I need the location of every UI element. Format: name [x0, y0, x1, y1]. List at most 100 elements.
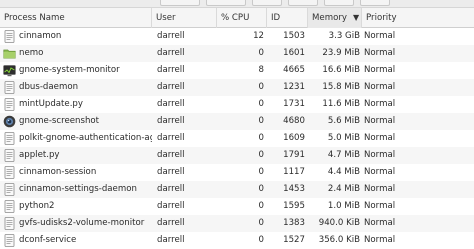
table-row[interactable]: dbus-daemon darrell 0 1231 15.8 MiB Normal — [0, 79, 474, 96]
generic-app-icon — [3, 81, 16, 94]
memory-cell: 5.6 MiB — [327, 116, 360, 126]
priority-cell: Normal — [364, 218, 396, 228]
memory-cell: 1.0 MiB — [327, 201, 360, 211]
generic-app-icon — [3, 217, 16, 230]
toolbar-button[interactable] — [206, 0, 246, 6]
process-name-cell: mintUpdate.py — [19, 99, 83, 109]
process-name-cell: gnome-screenshot — [19, 116, 100, 126]
user-cell: darrell — [157, 235, 185, 245]
memory-cell: 4.4 MiB — [327, 167, 360, 177]
priority-cell: Normal — [364, 184, 396, 194]
process-name-cell: python2 — [19, 201, 55, 211]
generic-app-icon — [3, 132, 16, 145]
column-header-process-name[interactable]: Process Name — [0, 8, 152, 28]
column-header-id[interactable]: ID — [267, 8, 308, 28]
column-header-label: User — [156, 13, 176, 23]
pid-cell: 1503 — [283, 31, 305, 41]
toolbar-button[interactable] — [160, 0, 200, 6]
pid-cell: 1383 — [283, 218, 305, 228]
generic-app-icon — [3, 166, 16, 179]
toolbar-button[interactable] — [252, 0, 282, 6]
user-cell: darrell — [157, 167, 185, 177]
generic-app-icon — [3, 98, 16, 111]
table-row[interactable]: cinnamon-settings-daemon darrell 0 1453 2.4 … — [0, 181, 474, 198]
toolbar-button[interactable] — [360, 0, 390, 6]
table-row[interactable]: applet.py darrell 0 1791 4.7 MiB Normal — [0, 147, 474, 164]
pid-cell: 4665 — [283, 65, 305, 75]
cpu-cell: 0 — [258, 167, 264, 177]
priority-cell: Normal — [364, 167, 396, 177]
cpu-cell: 0 — [258, 201, 264, 211]
cpu-cell: 0 — [258, 48, 264, 58]
process-name-cell: cinnamon-session — [19, 167, 97, 177]
process-name-cell: cinnamon — [19, 31, 62, 41]
user-cell: darrell — [157, 184, 185, 194]
priority-cell: Normal — [364, 31, 396, 41]
table-row[interactable]: gvfs-udisks2-volume-monitor darrell 0 1383 9… — [0, 215, 474, 232]
memory-cell: 11.6 MiB — [322, 99, 360, 109]
user-cell: darrell — [157, 99, 185, 109]
pid-cell: 1731 — [283, 99, 305, 109]
process-name-cell: cinnamon-settings-daemon — [19, 184, 137, 194]
user-cell: darrell — [157, 116, 185, 126]
process-name-cell: gnome-system-monitor — [19, 65, 120, 75]
cpu-cell: 0 — [258, 150, 264, 160]
table-row[interactable]: cinnamon darrell 12 1503 3.3 GiB Normal — [0, 28, 474, 45]
cpu-cell: 0 — [258, 99, 264, 109]
pid-cell: 1117 — [283, 167, 305, 177]
cpu-cell: 0 — [258, 218, 264, 228]
column-header-label: % CPU — [221, 13, 250, 23]
table-row[interactable]: mintUpdate.py darrell 0 1731 11.6 MiB Normal — [0, 96, 474, 113]
user-cell: darrell — [157, 82, 185, 92]
cpu-cell: 0 — [258, 82, 264, 92]
table-row[interactable]: polkit-gnome-authentication-agent-darrel… — [0, 130, 474, 147]
column-header-label: Process Name — [4, 13, 65, 23]
table-row[interactable]: gnome-system-monitor darrell 8 4665 16.6 MiB… — [0, 62, 474, 79]
toolbar-button[interactable] — [324, 0, 354, 6]
generic-app-icon — [3, 183, 16, 196]
table-row[interactable]: gnome-screenshot darrell 0 4680 5.6 MiB Norma… — [0, 113, 474, 130]
memory-cell: 4.7 MiB — [327, 150, 360, 160]
column-header-cpu[interactable]: % CPU — [217, 8, 267, 28]
table-row[interactable]: cinnamon-session darrell 0 1117 4.4 MiB Norma… — [0, 164, 474, 181]
cpu-cell: 0 — [258, 235, 264, 245]
priority-cell: Normal — [364, 235, 396, 245]
memory-cell: 5.0 MiB — [327, 133, 360, 143]
priority-cell: Normal — [364, 48, 396, 58]
process-name-cell: dconf-service — [19, 235, 77, 245]
generic-app-icon — [3, 149, 16, 162]
priority-cell: Normal — [364, 201, 396, 211]
user-cell: darrell — [157, 48, 185, 58]
pid-cell: 1231 — [283, 82, 305, 92]
table-row[interactable]: nemo darrell 0 1601 23.9 MiB Normal — [0, 45, 474, 62]
column-header-label: Priority — [366, 13, 397, 23]
column-header-priority[interactable]: Priority — [362, 8, 474, 28]
process-name-cell: gvfs-udisks2-volume-monitor — [19, 218, 145, 228]
process-name-cell: dbus-daemon — [19, 82, 79, 92]
priority-cell: Normal — [364, 133, 396, 143]
memory-cell: 3.3 GiB — [328, 31, 360, 41]
cpu-cell: 12 — [253, 31, 264, 41]
column-header-user[interactable]: User — [152, 8, 217, 28]
system-monitor-icon — [3, 64, 16, 77]
memory-cell: 940.0 KiB — [318, 218, 360, 228]
memory-cell: 356.0 KiB — [318, 235, 360, 245]
table-row[interactable]: python2 darrell 0 1595 1.0 MiB Normal — [0, 198, 474, 215]
table-row[interactable]: dconf-service darrell 0 1527 356.0 KiB Normal — [0, 232, 474, 249]
pid-cell: 1453 — [283, 184, 305, 194]
process-name-cell: polkit-gnome-authentication-agent- — [19, 133, 152, 143]
pid-cell: 1595 — [283, 201, 305, 211]
toolbar-strip — [0, 0, 474, 8]
user-cell: darrell — [157, 201, 185, 211]
cpu-cell: 0 — [258, 184, 264, 194]
priority-cell: Normal — [364, 82, 396, 92]
toolbar-button[interactable] — [288, 0, 318, 6]
pid-cell: 4680 — [283, 116, 305, 126]
column-header-bar: Process Name User % CPU ID Memory ▼ Prior… — [0, 8, 474, 28]
memory-cell: 2.4 MiB — [327, 184, 360, 194]
priority-cell: Normal — [364, 65, 396, 75]
pid-cell: 1609 — [283, 133, 305, 143]
column-header-memory[interactable]: Memory ▼ — [308, 8, 362, 28]
pid-cell: 1527 — [283, 235, 305, 245]
generic-app-icon — [3, 30, 16, 43]
